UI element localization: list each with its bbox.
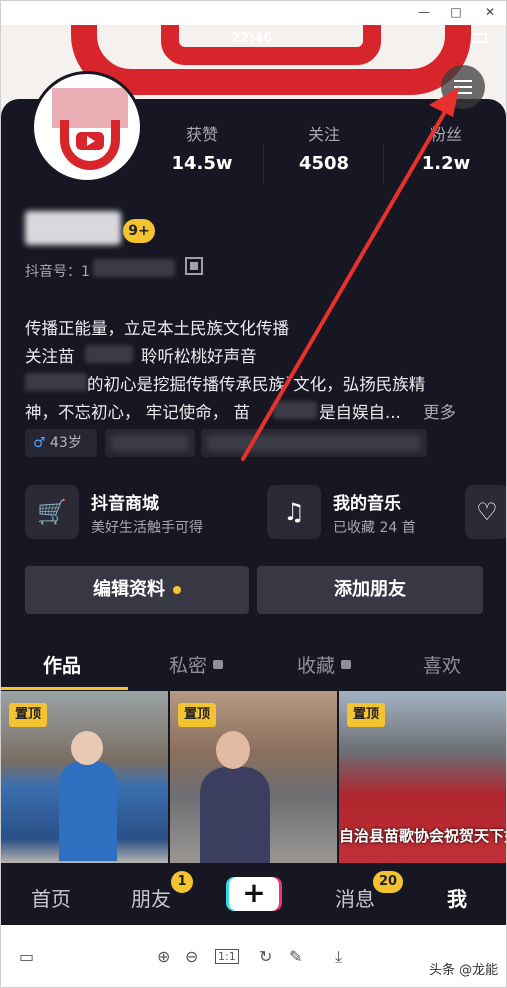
card-title: 我的音乐 — [333, 494, 401, 514]
menu-button[interactable] — [441, 65, 485, 109]
actual-size-icon[interactable]: 1:1 — [215, 949, 239, 964]
pinned-badge: 置顶 — [9, 703, 48, 727]
level-badge[interactable]: 9+ — [123, 219, 155, 243]
edit-profile-button[interactable]: 编辑资料 — [25, 566, 249, 614]
location-tag-blurred — [105, 429, 195, 457]
stat-followers[interactable]: 粉丝 1.2w — [401, 121, 491, 174]
stat-likes[interactable]: 获赞 14.5w — [157, 121, 247, 174]
tab-favorites[interactable]: 收藏 — [297, 651, 352, 678]
pinned-badge: 置顶 — [347, 703, 386, 727]
stat-following[interactable]: 关注 4508 — [279, 121, 369, 174]
phone-screen: 22:46 获赞 14.5w 关注 4508 粉丝 1.2w 9+ 抖音号：1 — [1, 25, 506, 925]
music-card[interactable]: ♫ 我的音乐 已收藏 24 首 — [267, 481, 467, 545]
username-blurred — [25, 211, 121, 245]
stat-label: 粉丝 — [429, 125, 462, 144]
tab-label: 私密 — [169, 655, 208, 677]
school-tag-blurred — [201, 429, 427, 457]
lock-icon — [341, 660, 352, 669]
video-caption: 自治县苗歌协会祝贺天下如 — [339, 827, 506, 845]
stat-value: 4508 — [298, 153, 350, 174]
stat-label: 获赞 — [185, 125, 218, 144]
bio-line: 的初心是挖掘传播传承民族`文化，弘扬民族精 — [87, 375, 426, 394]
battery-icon — [471, 33, 487, 43]
bio-line: 聆听松桃好声音 — [141, 347, 257, 366]
nav-home[interactable]: 首页 — [31, 883, 71, 912]
close-icon[interactable]: ✕ — [481, 4, 499, 20]
status-time: 22:46 — [231, 31, 273, 46]
nav-messages[interactable]: 消息 — [335, 883, 375, 912]
tab-underline — [1, 687, 128, 690]
person-heart-icon: ♡ — [465, 485, 506, 539]
zoom-out-icon[interactable]: ⊖ — [185, 947, 198, 966]
more-link[interactable]: 更多 — [423, 399, 456, 423]
minimize-icon[interactable]: — — [415, 4, 433, 20]
nav-me[interactable]: 我 — [447, 883, 467, 912]
zoom-in-icon[interactable]: ⊕ — [157, 947, 170, 966]
watermark: 头条 @龙能 — [429, 963, 499, 978]
tab-likes[interactable]: 喜欢 — [423, 651, 461, 678]
create-button[interactable]: + — [229, 877, 279, 911]
id-blurred — [93, 259, 175, 277]
notice-dot — [173, 586, 181, 594]
window: — □ ✕ 22:46 获赞 14.5w 关注 4508 粉丝 1.2w 9+ … — [0, 0, 507, 988]
bio-blur — [85, 345, 133, 363]
friends-card-partial[interactable]: ♡ — [465, 481, 506, 545]
stat-label: 关注 — [307, 125, 340, 144]
tab-private[interactable]: 私密 — [169, 651, 224, 678]
panel-icon[interactable]: ▭ — [19, 947, 34, 966]
stat-value: 14.5w — [171, 153, 233, 174]
male-icon: ♂ — [33, 435, 46, 451]
lock-icon — [213, 660, 224, 669]
messages-badge: 20 — [373, 871, 403, 893]
stat-value: 1.2w — [421, 153, 471, 174]
download-icon[interactable]: ⤓ — [335, 947, 342, 967]
bio-blur — [25, 373, 87, 391]
cart-icon: 🛒 — [25, 485, 79, 539]
qr-code-icon[interactable] — [185, 257, 203, 275]
tab-works[interactable]: 作品 — [43, 651, 81, 678]
bio-line: 是自娱自... — [319, 403, 401, 422]
video-thumbnail[interactable]: 置顶 自治县苗歌协会祝贺天下如 — [339, 691, 506, 865]
rotate-icon[interactable]: ↻ — [259, 947, 272, 966]
edit-profile-label: 编辑资料 — [93, 579, 165, 600]
bottom-nav: 首页 朋友 1 + 消息 20 我 — [1, 863, 506, 925]
edit-icon[interactable]: ✎ — [289, 947, 302, 966]
window-titlebar: — □ ✕ — [1, 1, 506, 25]
tab-label: 收藏 — [297, 655, 336, 677]
maximize-icon[interactable]: □ — [447, 4, 465, 20]
music-icon: ♫ — [267, 485, 321, 539]
video-thumbnail[interactable]: 置顶 — [1, 691, 168, 865]
avatar[interactable] — [31, 71, 143, 183]
age-tag: ♂ 43岁 — [25, 429, 97, 457]
friends-badge: 1 — [171, 871, 193, 893]
age-tag-label: 43岁 — [50, 435, 82, 451]
bio-line: 传播正能量，立足本土民族文化传播 — [25, 319, 289, 338]
bio-line: 神，不忘初心， 牢记使命， 苗 — [25, 403, 250, 422]
douyin-id: 抖音号：1 — [25, 264, 90, 280]
nav-friends[interactable]: 朋友 — [131, 883, 171, 912]
pinned-badge: 置顶 — [178, 703, 217, 727]
card-title: 抖音商城 — [91, 494, 159, 514]
bio-line: 关注苗 — [25, 347, 75, 366]
add-friend-button[interactable]: 添加朋友 — [257, 566, 483, 614]
bio-blur — [273, 401, 317, 419]
card-subtitle: 已收藏 24 首 — [333, 520, 416, 536]
card-subtitle: 美好生活触手可得 — [91, 520, 203, 536]
mall-card[interactable]: 🛒 抖音商城 美好生活触手可得 — [25, 481, 255, 545]
video-thumbnail[interactable]: 置顶 — [170, 691, 337, 865]
